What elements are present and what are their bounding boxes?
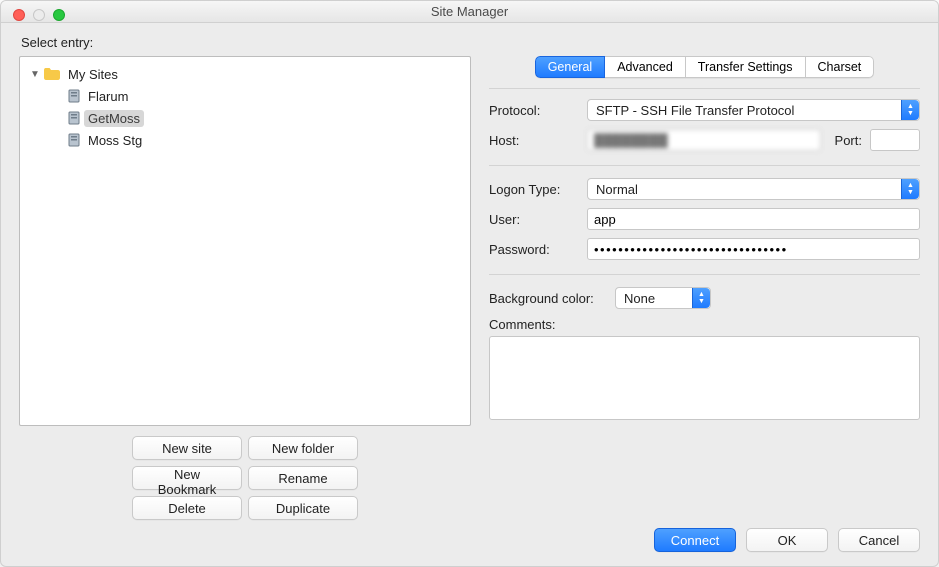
background-color-value: None: [624, 291, 655, 306]
host-label: Host:: [489, 133, 579, 148]
delete-button[interactable]: Delete: [132, 496, 242, 520]
content-area: Select entry: ▼ My Sites: [1, 23, 938, 566]
new-site-button[interactable]: New site: [132, 436, 242, 460]
ok-button[interactable]: OK: [746, 528, 828, 552]
tab-general[interactable]: General: [535, 56, 605, 78]
new-folder-button[interactable]: New folder: [248, 436, 358, 460]
logon-type-value: Normal: [596, 182, 638, 197]
tree-root-row[interactable]: ▼ My Sites: [24, 63, 466, 85]
right-column: General Advanced Transfer Settings Chars…: [489, 56, 920, 520]
logon-type-select[interactable]: Normal ▲▼: [587, 178, 920, 200]
tree-item-flarum[interactable]: Flarum: [24, 85, 466, 107]
tree-item-label: GetMoss: [84, 110, 144, 127]
cancel-button[interactable]: Cancel: [838, 528, 920, 552]
minimize-icon[interactable]: [33, 9, 45, 21]
tree-item-getmoss[interactable]: GetMoss: [24, 107, 466, 129]
password-row: Password:: [489, 238, 920, 260]
background-color-label: Background color:: [489, 291, 607, 306]
logon-row: Logon Type: Normal ▲▼: [489, 178, 920, 200]
title-bar: Site Manager: [1, 1, 938, 23]
comments-textarea[interactable]: [489, 336, 920, 420]
protocol-value: SFTP - SSH File Transfer Protocol: [596, 103, 794, 118]
folder-icon: [44, 68, 60, 80]
new-bookmark-button[interactable]: New Bookmark: [132, 466, 242, 490]
tab-transfer-settings[interactable]: Transfer Settings: [686, 56, 806, 78]
comments-label: Comments:: [489, 317, 555, 332]
site-action-buttons: New site New folder New Bookmark Rename …: [19, 436, 471, 520]
user-input[interactable]: [587, 208, 920, 230]
rename-button[interactable]: Rename: [248, 466, 358, 490]
server-icon: [68, 89, 80, 103]
select-stepper-icon: ▲▼: [901, 179, 919, 199]
comments-label-row: Comments:: [489, 317, 920, 332]
tab-charset[interactable]: Charset: [806, 56, 875, 78]
select-stepper-icon: ▲▼: [692, 288, 710, 308]
password-input[interactable]: [587, 238, 920, 260]
select-stepper-icon: ▲▼: [901, 100, 919, 120]
dialog-footer: Connect OK Cancel: [19, 520, 920, 552]
window-controls: [13, 9, 65, 21]
protocol-select[interactable]: SFTP - SSH File Transfer Protocol ▲▼: [587, 99, 920, 121]
host-row: Host: Port:: [489, 129, 920, 151]
chevron-down-icon[interactable]: ▼: [30, 69, 40, 80]
tab-bar: General Advanced Transfer Settings Chars…: [489, 56, 920, 78]
window-title: Site Manager: [431, 4, 508, 19]
general-panel: Protocol: SFTP - SSH File Transfer Proto…: [489, 88, 920, 520]
port-label: Port:: [835, 133, 862, 148]
zoom-icon[interactable]: [53, 9, 65, 21]
host-input[interactable]: [587, 129, 821, 151]
server-icon: [68, 111, 80, 125]
bgcolor-row: Background color: None ▲▼: [489, 287, 920, 309]
logon-type-label: Logon Type:: [489, 182, 579, 197]
separator: [489, 165, 920, 166]
user-label: User:: [489, 212, 579, 227]
duplicate-button[interactable]: Duplicate: [248, 496, 358, 520]
tree-root-label: My Sites: [64, 66, 122, 83]
port-input[interactable]: [870, 129, 920, 151]
protocol-row: Protocol: SFTP - SSH File Transfer Proto…: [489, 99, 920, 121]
password-label: Password:: [489, 242, 579, 257]
select-entry-label: Select entry:: [21, 35, 920, 50]
server-icon: [68, 133, 80, 147]
tree-item-moss-stg[interactable]: Moss Stg: [24, 129, 466, 151]
separator: [489, 274, 920, 275]
tree-item-label: Moss Stg: [84, 132, 146, 149]
protocol-label: Protocol:: [489, 103, 579, 118]
background-color-select[interactable]: None ▲▼: [615, 287, 711, 309]
close-icon[interactable]: [13, 9, 25, 21]
tab-advanced[interactable]: Advanced: [605, 56, 686, 78]
site-manager-window: Site Manager Select entry: ▼ My Sites: [0, 0, 939, 567]
user-row: User:: [489, 208, 920, 230]
site-tree[interactable]: ▼ My Sites Flarum: [19, 56, 471, 426]
connect-button[interactable]: Connect: [654, 528, 736, 552]
tree-item-label: Flarum: [84, 88, 132, 105]
left-column: ▼ My Sites Flarum: [19, 56, 471, 520]
